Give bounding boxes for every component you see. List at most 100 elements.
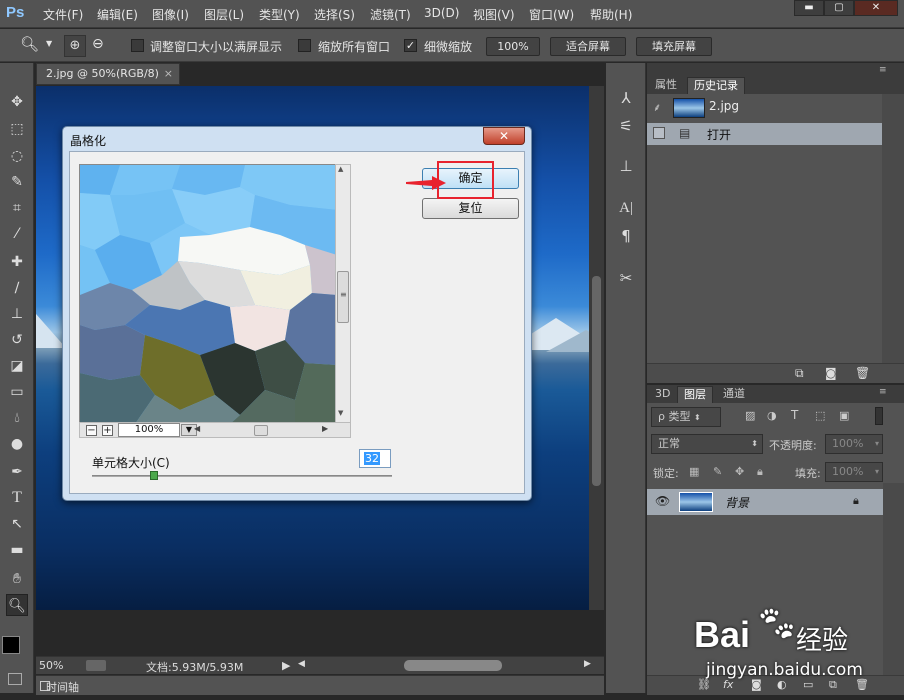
timeline-tab[interactable]: 时间轴: [46, 679, 79, 695]
menu-3d[interactable]: 3D(D): [424, 6, 459, 20]
preview-zoom-value[interactable]: 100%: [118, 423, 180, 437]
move-tool-icon[interactable]: ✥: [6, 91, 28, 113]
tab-layers[interactable]: 图层: [677, 386, 713, 403]
cell-size-input[interactable]: 32: [359, 449, 391, 468]
history-scrollbar[interactable]: [882, 94, 904, 364]
preview-vertical-scrollbar[interactable]: ▲ ≡ ▼: [335, 164, 351, 423]
actions-icon[interactable]: ⅄: [615, 87, 637, 109]
history-step-checkbox[interactable]: [653, 127, 665, 139]
menu-file[interactable]: 文件(F): [43, 6, 83, 23]
clone-source-icon[interactable]: ⊥: [615, 155, 637, 177]
scroll-down-icon[interactable]: ▼: [338, 409, 343, 417]
menu-filter[interactable]: 滤镜(T): [370, 6, 411, 23]
tab-channels[interactable]: 通道: [717, 386, 751, 403]
filter-toggle-icon[interactable]: [875, 407, 883, 425]
brush-tool-icon[interactable]: ∕: [6, 277, 28, 299]
new-document-from-state-icon[interactable]: ⧉: [795, 366, 804, 381]
layer-name[interactable]: 背景: [725, 494, 749, 511]
close-window-button[interactable]: ✕: [854, 0, 898, 16]
vertical-scroll-thumb[interactable]: [592, 276, 601, 486]
paragraph-icon[interactable]: ¶: [615, 225, 637, 247]
adjustments-icon[interactable]: ⚟: [615, 115, 637, 137]
document-tab[interactable]: 2.jpg @ 50%(RGB/8) ×: [36, 63, 180, 85]
history-snapshot[interactable]: ⸙ 2.jpg: [647, 94, 882, 122]
menu-select[interactable]: 选择(S): [314, 6, 355, 23]
cell-size-slider[interactable]: [92, 475, 392, 477]
path-select-icon[interactable]: ↖: [6, 513, 28, 535]
panel-menu-icon[interactable]: ≡: [879, 387, 887, 397]
menu-view[interactable]: 视图(V): [473, 6, 515, 23]
fill-input[interactable]: 100% ▾: [825, 462, 883, 482]
filter-type-icon[interactable]: T: [791, 408, 798, 422]
panel-menu-icon[interactable]: ≡: [879, 65, 887, 75]
fill-screen-button[interactable]: 填充屏幕: [636, 37, 712, 56]
eyedropper-tool-icon[interactable]: ⁄: [6, 223, 28, 245]
quick-select-tool-icon[interactable]: ✎: [6, 171, 28, 193]
scroll-right-icon[interactable]: ▶: [322, 424, 328, 433]
zoom-out-icon[interactable]: ⊖: [92, 36, 104, 52]
status-menu-arrow-icon[interactable]: ▶: [282, 659, 290, 672]
scroll-up-icon[interactable]: ▲: [338, 165, 343, 173]
tab-properties[interactable]: 属性: [649, 77, 683, 94]
zoom-all-checkbox[interactable]: [298, 39, 311, 52]
filter-smart-object-icon[interactable]: ▣: [839, 409, 849, 422]
layer-filter-select[interactable]: ρ 类型 ⬍: [651, 407, 721, 427]
scroll-left-icon[interactable]: ◀: [298, 659, 305, 669]
chevron-down-icon[interactable]: ▼: [46, 39, 52, 48]
menu-window[interactable]: 窗口(W): [529, 6, 574, 23]
healing-brush-icon[interactable]: ✚: [6, 251, 28, 273]
lock-pixels-icon[interactable]: ✎: [713, 465, 722, 478]
history-step[interactable]: ▤ 打开: [647, 123, 882, 145]
dodge-tool-icon[interactable]: ●: [6, 433, 28, 455]
dialog-close-button[interactable]: ✕: [483, 127, 525, 145]
marquee-tool-icon[interactable]: ⬚: [6, 118, 28, 140]
layer-row[interactable]: 👁︎ 背景 🔒︎: [647, 489, 883, 515]
foreground-color-swatch[interactable]: [2, 636, 20, 654]
scrubby-zoom-checkbox[interactable]: ✓: [404, 39, 417, 52]
pen-tool-icon[interactable]: ✒: [6, 461, 28, 483]
lock-transparent-icon[interactable]: ▦: [689, 465, 699, 478]
menu-type[interactable]: 类型(Y): [259, 6, 300, 23]
horizontal-scroll-thumb[interactable]: [404, 660, 502, 671]
blur-tool-icon[interactable]: 💧︎: [6, 407, 28, 429]
crop-tool-icon[interactable]: ⌗: [6, 197, 28, 219]
character-icon[interactable]: A|: [615, 197, 637, 219]
tools-presets-icon[interactable]: ✂: [615, 267, 637, 289]
resize-windows-checkbox[interactable]: [131, 39, 144, 52]
eye-icon[interactable]: 👁︎: [655, 494, 670, 508]
lock-position-icon[interactable]: ✥: [735, 465, 744, 478]
zoom-tool-icon[interactable]: 🔍︎: [6, 594, 28, 616]
reset-button[interactable]: 复位: [422, 198, 519, 219]
trash-icon[interactable]: 🗑︎: [855, 366, 870, 380]
eraser-tool-icon[interactable]: ◪: [6, 355, 28, 377]
preview-horizontal-thumb[interactable]: [254, 425, 268, 436]
filter-preview[interactable]: [79, 164, 336, 423]
preview-zoom-out-button[interactable]: −: [86, 425, 97, 436]
maximize-button[interactable]: ▢: [824, 0, 854, 16]
close-tab-icon[interactable]: ×: [164, 64, 173, 84]
filter-adjustment-icon[interactable]: ◑: [767, 409, 777, 422]
lasso-tool-icon[interactable]: ◌: [6, 145, 28, 167]
filter-pixel-icon[interactable]: ▨: [745, 409, 755, 422]
history-brush-icon[interactable]: ↺: [6, 329, 28, 351]
zoom-in-icon[interactable]: ⊕: [64, 35, 86, 57]
stamp-tool-icon[interactable]: ⊥: [6, 303, 28, 325]
scroll-right-icon[interactable]: ▶: [584, 659, 591, 669]
menu-edit[interactable]: 编辑(E): [97, 6, 138, 23]
preview-zoom-in-button[interactable]: +: [102, 425, 113, 436]
scroll-left-icon[interactable]: ◀: [194, 424, 200, 433]
shape-tool-icon[interactable]: ▬: [6, 539, 28, 561]
gradient-tool-icon[interactable]: ▭: [6, 381, 28, 403]
lock-all-icon[interactable]: 🔒︎: [757, 465, 763, 479]
tab-3d[interactable]: 3D: [649, 386, 676, 403]
quick-mask-icon[interactable]: [8, 673, 22, 685]
hand-tool-icon[interactable]: ✋︎: [6, 568, 28, 590]
history-brush-source-icon[interactable]: ⸙: [653, 100, 661, 115]
zoom-level[interactable]: 50%: [39, 659, 63, 672]
filter-shape-icon[interactable]: ⬚: [815, 409, 825, 422]
menu-help[interactable]: 帮助(H): [590, 6, 632, 23]
opacity-input[interactable]: 100% ▾: [825, 434, 883, 454]
camera-icon[interactable]: ◙: [825, 366, 837, 380]
cell-size-slider-thumb[interactable]: [150, 471, 158, 480]
menu-image[interactable]: 图像(I): [152, 6, 189, 23]
